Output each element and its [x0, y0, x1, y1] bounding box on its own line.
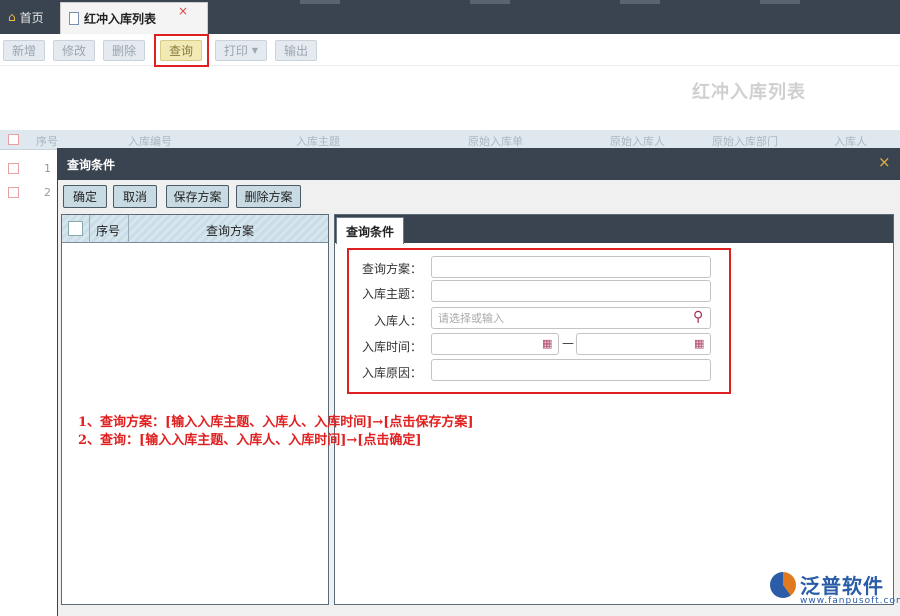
plan-col-index: 序号 [96, 224, 121, 238]
reason-label: 入库原因： [361, 366, 422, 380]
plan-list-panel [61, 214, 329, 605]
reason-field[interactable] [431, 359, 711, 381]
grid-select-all-checkbox[interactable] [8, 134, 19, 145]
condition-tab-bar [335, 215, 893, 243]
person-field[interactable]: 请选择或输入 [431, 307, 711, 329]
tab-stub [300, 0, 340, 4]
row-checkbox[interactable] [8, 163, 19, 174]
tab-home-label: 首页 [19, 10, 44, 25]
grid-col-orig-dept: 原始入库部门 [712, 135, 778, 148]
print-label: 打印 [223, 44, 248, 58]
logo-text: 泛普软件 [800, 574, 884, 598]
plan-col-name: 查询方案 [206, 224, 255, 238]
time-label: 入库时间： [361, 340, 422, 354]
export-button[interactable]: 输出 [275, 40, 317, 61]
brand-logo: 泛普软件 [770, 570, 884, 599]
row-index: 2 [44, 186, 51, 199]
search-icon[interactable]: ⚲ [693, 309, 703, 325]
time-to-field[interactable] [576, 333, 711, 355]
calendar-icon[interactable]: ▦ [694, 337, 704, 350]
grid-col-person: 入库人 [834, 135, 867, 148]
plan-field[interactable] [431, 256, 711, 278]
logo-url: www.fanpusoft.com [800, 596, 900, 606]
grid-col-orig-person: 原始入库人 [610, 135, 665, 148]
print-button[interactable]: 打印 ▼ [215, 40, 267, 61]
dialog-title: 查询条件 [67, 158, 116, 172]
person-placeholder: 请选择或输入 [438, 312, 504, 325]
page-title: 红冲入库列表 [692, 82, 806, 103]
add-button[interactable]: 新增 [3, 40, 45, 61]
tab-stub [620, 0, 660, 4]
row-index: 1 [44, 162, 51, 175]
column-divider [89, 215, 90, 243]
document-icon [69, 12, 79, 25]
query-button[interactable]: 查询 [160, 40, 202, 61]
edit-button[interactable]: 修改 [53, 40, 95, 61]
close-tab-icon[interactable]: × [178, 4, 188, 18]
save-plan-button[interactable]: 保存方案 [166, 185, 229, 208]
time-separator: — [562, 336, 574, 350]
logo-mark-icon [770, 571, 796, 598]
subject-field[interactable] [431, 280, 711, 302]
annotation-note-2: 2、查询：[输入入库主题、入库人、入库时间]→[点击确定] [78, 433, 422, 448]
plan-label: 查询方案： [361, 262, 422, 276]
time-from-field[interactable] [431, 333, 559, 355]
tab-active-label: 红冲入库列表 [84, 12, 157, 26]
grid-col-subject: 入库主题 [296, 135, 340, 148]
tab-home[interactable]: ⌂ 首页 [0, 0, 58, 34]
tab-stub [760, 0, 800, 4]
column-divider [128, 215, 129, 243]
annotation-note-1: 1、查询方案：[输入入库主题、入库人、入库时间]→[点击保存方案] [78, 415, 474, 430]
grid-col-code: 入库编号 [128, 135, 172, 148]
home-icon: ⌂ [8, 10, 16, 24]
grid-col-index: 序号 [36, 135, 58, 148]
row-checkbox[interactable] [8, 187, 19, 198]
tab-query-conditions[interactable]: 查询条件 [336, 217, 404, 244]
delete-button[interactable]: 删除 [103, 40, 145, 61]
tab-stub [470, 0, 510, 4]
person-label: 入库人： [373, 314, 422, 328]
plan-select-all-checkbox[interactable] [69, 222, 82, 235]
calendar-icon[interactable]: ▦ [542, 337, 552, 350]
subject-label: 入库主题： [361, 287, 422, 301]
confirm-button[interactable]: 确定 [63, 185, 107, 208]
grid-col-orig-doc: 原始入库单 [468, 135, 523, 148]
cancel-button[interactable]: 取消 [113, 185, 157, 208]
chevron-down-icon: ▼ [251, 46, 259, 55]
close-icon[interactable]: × [878, 153, 891, 171]
delete-plan-button[interactable]: 删除方案 [236, 185, 301, 208]
